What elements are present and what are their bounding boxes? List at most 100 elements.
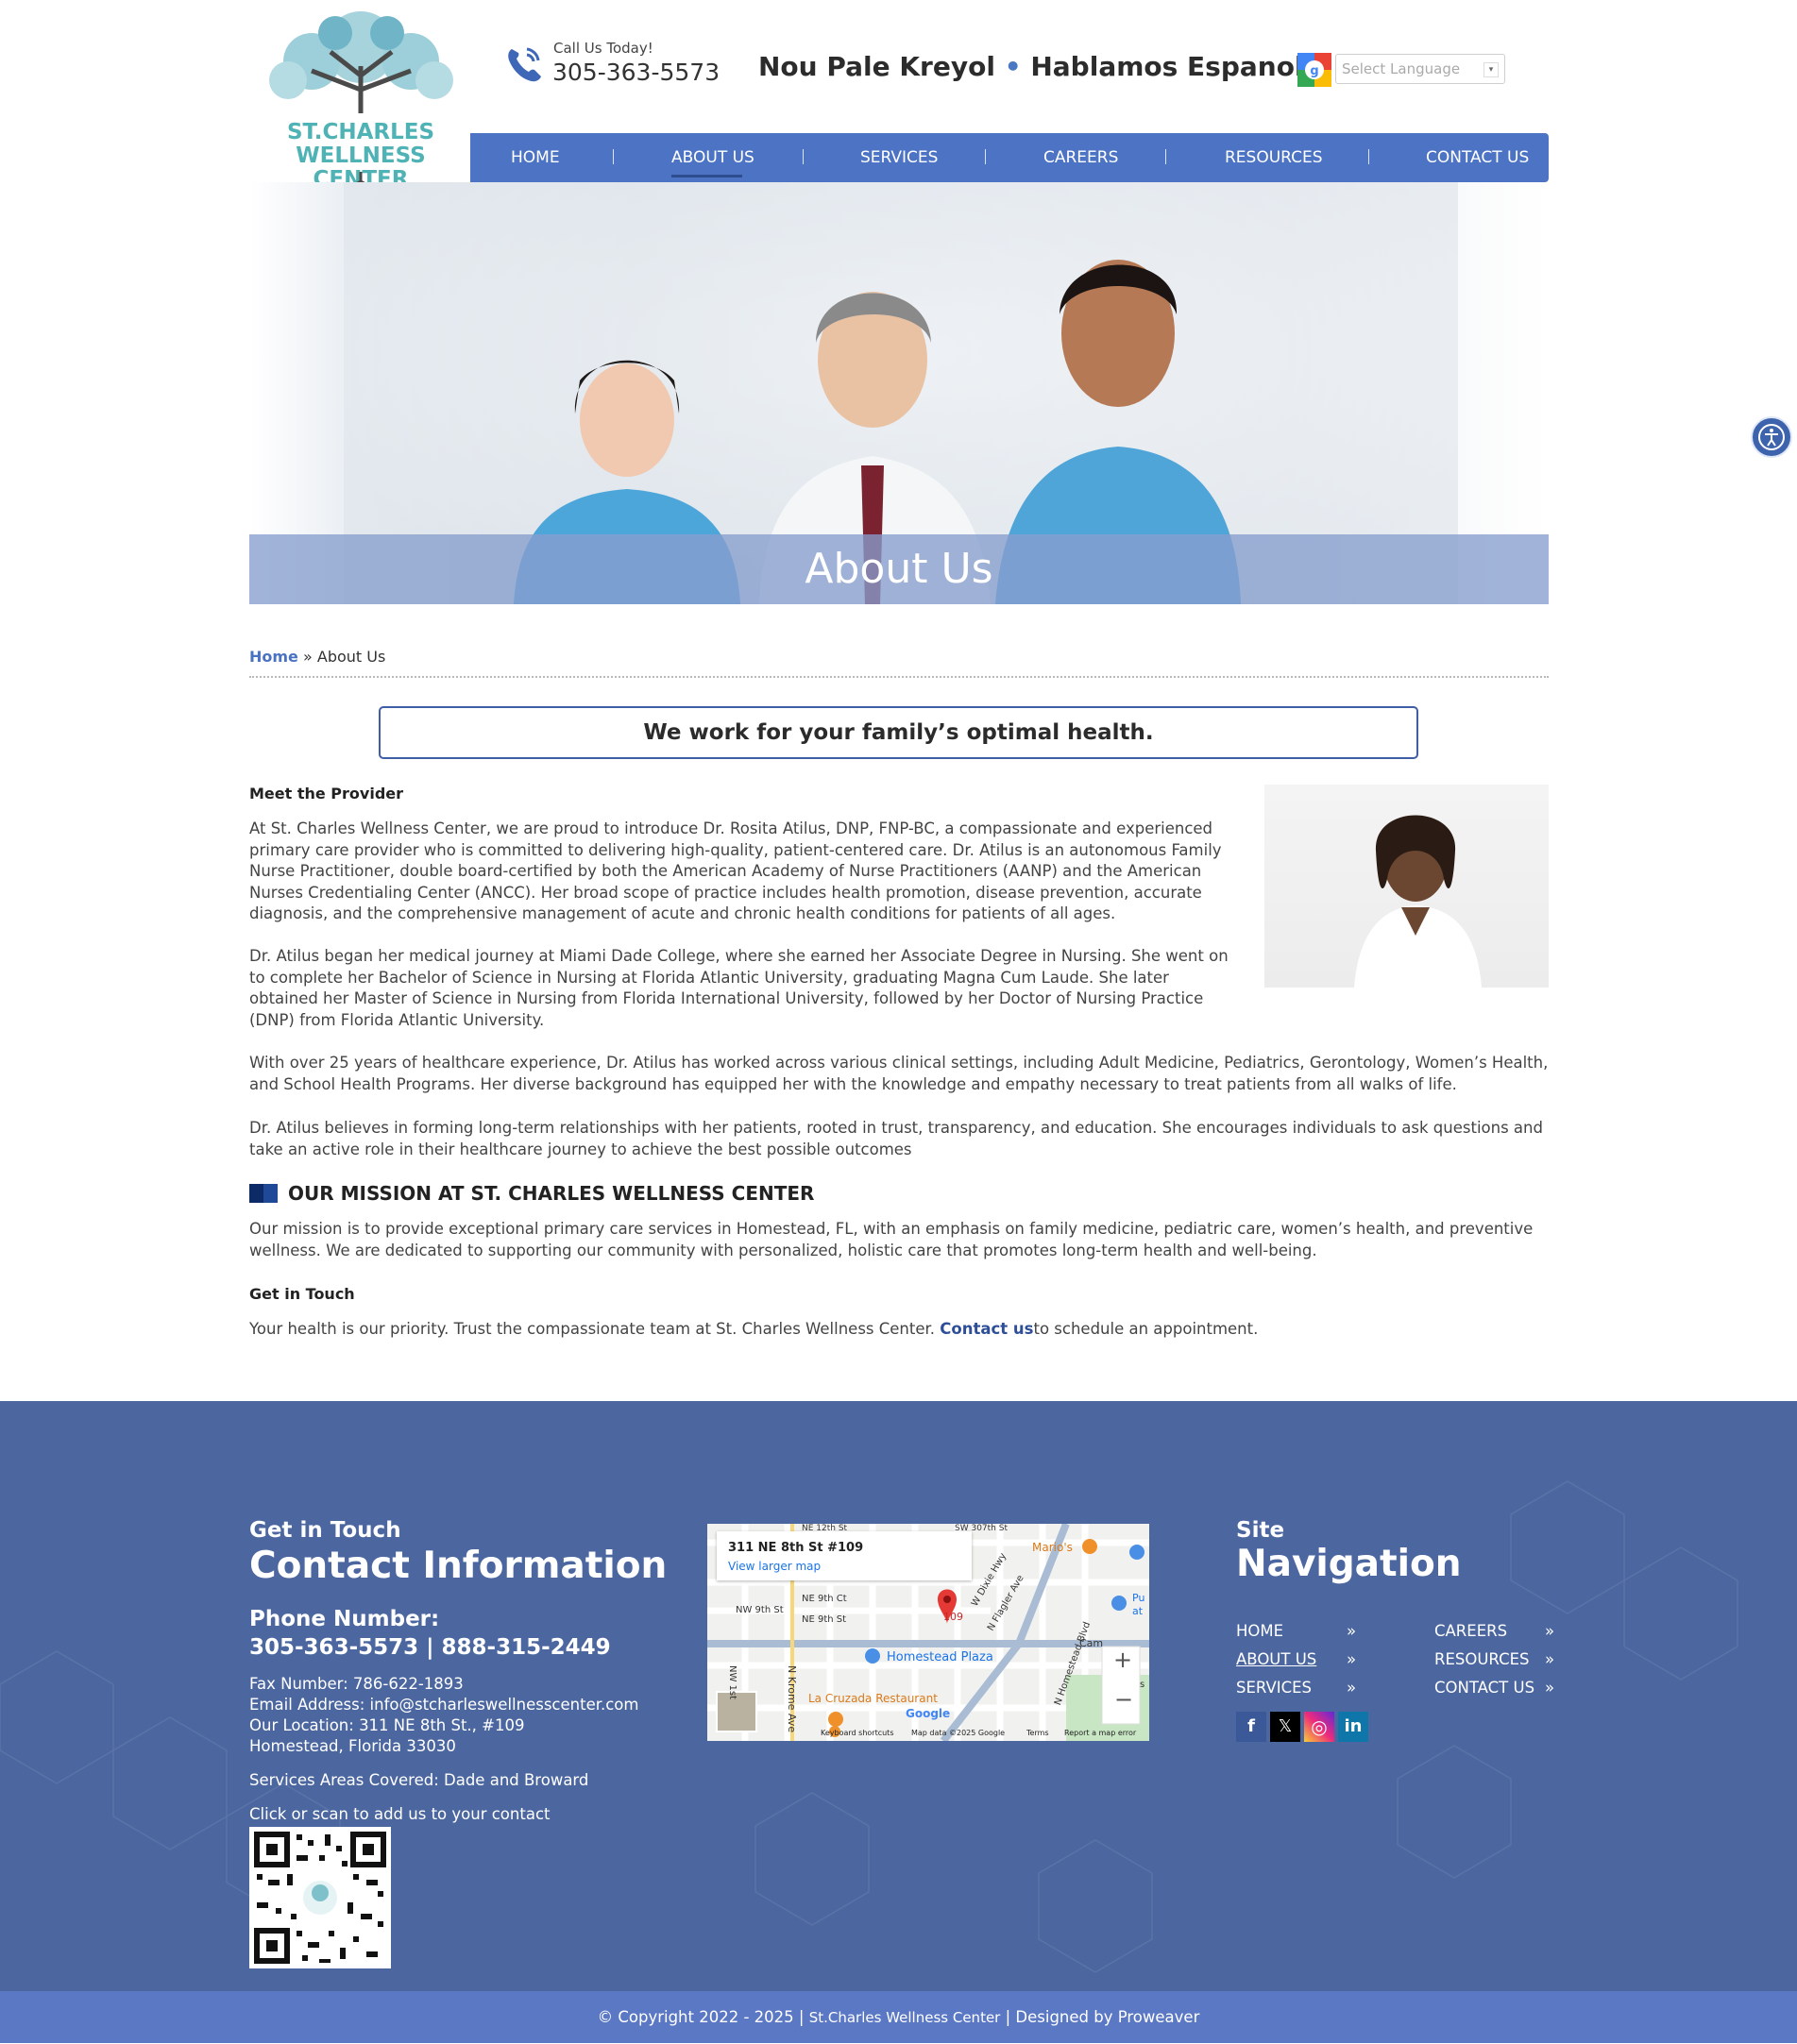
tree-logo-icon [269, 11, 453, 113]
qr-code[interactable] [249, 1827, 391, 1968]
footer-nav-arrow: » [1545, 1622, 1555, 1640]
paragraph-education: Dr. Atilus began her medical journey at … [249, 947, 1229, 1029]
copyright-divider: | [798, 2008, 809, 2026]
mission-text: Our mission is to provide exceptional pr… [249, 1220, 1534, 1259]
footer-email[interactable]: Email Address: info@stcharleswellnesscen… [249, 1695, 638, 1715]
map-label: NW 1st [727, 1665, 737, 1700]
google-logo: Google [906, 1707, 951, 1720]
footer-phone-numbers[interactable]: 305-363-5573 | 888-315-2449 [249, 1635, 611, 1660]
call-number[interactable]: 305-363-5573 [552, 59, 720, 86]
breadcrumb-separator: » [297, 648, 317, 666]
nav-services[interactable]: SERVICES [860, 133, 938, 182]
svg-text:g: g [1310, 64, 1318, 78]
footer-service-areas: Services Areas Covered: Dade and Broward [249, 1771, 589, 1789]
qr-code-image [254, 1832, 386, 1964]
divider [249, 676, 1549, 678]
x-icon[interactable]: 𝕏 [1270, 1712, 1300, 1742]
map-report-error-link[interactable]: Report a map error [1064, 1729, 1136, 1737]
footer-phone-heading: Phone Number: [249, 1607, 440, 1631]
footer-nav-subtitle: Site [1236, 1518, 1285, 1543]
copyright-divider: | [1005, 2008, 1016, 2026]
provider-photo [1264, 785, 1549, 988]
touch-text-after: to schedule an appointment. [1033, 1320, 1259, 1338]
map-address: 311 NE 8th St #109 [728, 1541, 864, 1555]
map-label: Homestead Plaza [887, 1650, 993, 1664]
chevron-down-icon: ▾ [1483, 62, 1499, 77]
footer-nav-resources[interactable]: RESOURCES [1434, 1650, 1530, 1668]
map-label: 109 [943, 1611, 963, 1623]
nav-divider [1368, 149, 1369, 164]
footer-nav-services[interactable]: SERVICES [1236, 1679, 1312, 1697]
breadcrumb-current: About Us [316, 648, 386, 666]
lang-espanol: Hablamos Espanol [1030, 51, 1304, 82]
map-label: La Cruzada Restaurant [808, 1692, 938, 1705]
nav-home[interactable]: HOME [511, 133, 560, 182]
mission-heading: OUR MISSION AT ST. CHARLES WELLNESS CENT… [288, 1182, 815, 1205]
designer-credit-link[interactable]: Designed by Proweaver [1015, 2008, 1199, 2026]
breadcrumb-home[interactable]: Home [249, 648, 298, 666]
map-label: at [1132, 1605, 1144, 1617]
nav-divider [803, 149, 804, 164]
nav-divider [1165, 149, 1166, 164]
map-embed[interactable]: 311 NE 8th St #109 View larger map NE 12… [707, 1524, 1149, 1741]
linkedin-icon[interactable]: in [1338, 1712, 1368, 1742]
accessibility-icon [1758, 424, 1785, 450]
map-label: NE 12th St [802, 1524, 848, 1533]
lang-separator: • [1004, 51, 1022, 82]
nav-active-indicator [671, 175, 742, 177]
nav-careers[interactable]: CAREERS [1043, 133, 1118, 182]
page-title: About Us [805, 545, 993, 593]
copyright-site-link[interactable]: St.Charles Wellness Center [809, 2009, 1001, 2026]
map-info-card: 311 NE 8th St #109 View larger map [717, 1531, 972, 1580]
get-in-touch-text: Your health is our priority. Trust the c… [249, 1319, 1549, 1341]
footer-nav-about-us[interactable]: ABOUT US [1236, 1650, 1316, 1668]
instagram-icon[interactable]: ◎ [1304, 1712, 1334, 1742]
footer-nav-home[interactable]: HOME [1236, 1622, 1283, 1640]
copyright-bar: © Copyright 2022 - 2025 | St.Charles Wel… [0, 1991, 1797, 2043]
view-larger-map-link[interactable]: View larger map [728, 1560, 821, 1573]
footer-nav-contact-us[interactable]: CONTACT US [1434, 1679, 1534, 1697]
nav-contact-us[interactable]: CONTACT US [1426, 133, 1529, 182]
map-label: Mario's [1032, 1541, 1073, 1554]
zoom-in-button[interactable]: + [1113, 1647, 1132, 1673]
footer-nav-arrow: » [1347, 1679, 1357, 1697]
accessibility-button[interactable] [1751, 416, 1792, 458]
map-keyboard-shortcuts[interactable]: Keyboard shortcuts [821, 1729, 893, 1737]
map-terms-link[interactable]: Terms [1026, 1729, 1049, 1737]
get-in-touch-heading: Get in Touch [249, 1285, 355, 1303]
map-label: s [1140, 1680, 1145, 1690]
provider-portrait [1354, 815, 1482, 988]
contact-us-link[interactable]: Contact us [940, 1320, 1033, 1338]
logo-line-1: ST.CHARLES [286, 120, 435, 144]
main-nav: HOME ABOUT US SERVICES CAREERS RESOURCES… [470, 133, 1549, 182]
map-label: NE 9th St [802, 1614, 847, 1625]
footer-contact-title: Contact Information [249, 1545, 668, 1587]
footer-contact-subtitle: Get in Touch [249, 1518, 401, 1543]
map-label: Cam [1079, 1637, 1104, 1649]
phone-icon [508, 47, 541, 82]
mission-heading-icon [249, 1184, 278, 1203]
footer-nav-arrow: » [1347, 1650, 1357, 1668]
footer-nav-title: Navigation [1236, 1543, 1462, 1585]
breadcrumb: Home » About Us [249, 648, 385, 666]
google-translate-icon: g [1297, 53, 1331, 87]
footer-city: Homestead, Florida 33030 [249, 1737, 456, 1755]
paragraph-intro: At St. Charles Wellness Center, we are p… [249, 819, 1222, 922]
footer-nav-careers[interactable]: CAREERS [1434, 1622, 1507, 1640]
meet-provider-heading: Meet the Provider [249, 785, 404, 802]
facebook-icon[interactable]: f [1236, 1712, 1266, 1742]
map-label: N Krome Ave [786, 1665, 798, 1733]
paragraph-experience: With over 25 years of healthcare experie… [249, 1054, 1549, 1093]
nav-divider [985, 149, 986, 164]
footer-nav-arrow: » [1545, 1650, 1555, 1668]
map-label: SW 307th St [955, 1524, 1008, 1533]
lang-kreyol: Nou Pale Kreyol [758, 51, 995, 82]
zoom-out-button[interactable]: − [1114, 1686, 1133, 1713]
language-select[interactable]: Select Language ▾ [1335, 54, 1505, 84]
language-banner: Nou Pale Kreyol • Hablamos Espanol [758, 51, 1304, 82]
nav-divider [613, 149, 614, 164]
nav-resources[interactable]: RESOURCES [1225, 133, 1323, 182]
footer-nav-arrow: » [1347, 1622, 1357, 1640]
footer-scan-label: Click or scan to add us to your contact [249, 1805, 551, 1823]
language-select-value: Select Language [1342, 60, 1461, 77]
